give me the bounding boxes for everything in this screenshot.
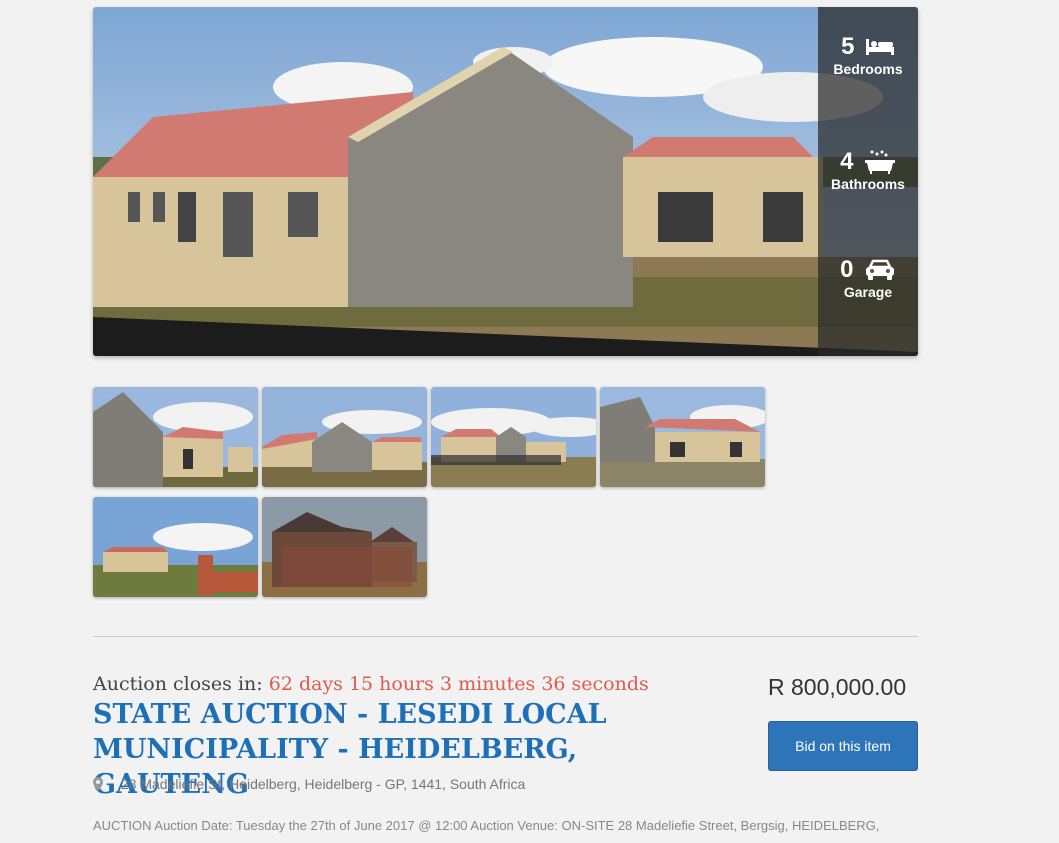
bathrooms-label: Bathrooms xyxy=(831,176,905,192)
bathtub-icon xyxy=(864,149,896,175)
listing-address: 28 Madeliefie St, Heidelberg, Heidelberg… xyxy=(93,776,525,794)
listing-description: AUCTION Auction Date: Tuesday the 27th o… xyxy=(93,818,880,833)
bathrooms-stat: 4 Bathrooms xyxy=(818,148,918,192)
bedrooms-label: Bedrooms xyxy=(833,61,903,77)
auction-countdown: 62 days 15 hours 3 minutes 36 seconds xyxy=(268,673,649,695)
garage-label: Garage xyxy=(843,284,893,300)
bed-icon xyxy=(865,37,895,57)
thumbnail-6[interactable] xyxy=(262,497,427,597)
house-photo-image xyxy=(93,7,918,356)
bedrooms-count: 5 xyxy=(841,33,855,60)
bedrooms-stat: 5 Bedrooms xyxy=(818,33,918,77)
thumbnail-2[interactable] xyxy=(262,387,427,487)
address-text: 28 Madeliefie St, Heidelberg, Heidelberg… xyxy=(120,776,526,792)
thumbnail-4[interactable] xyxy=(600,387,765,487)
thumbnail-1[interactable] xyxy=(93,387,258,487)
car-icon xyxy=(864,259,896,281)
property-stats-panel: 5 Bedrooms 4 Bathrooms 0 Garage xyxy=(818,7,918,356)
bid-button[interactable]: Bid on this item xyxy=(768,721,918,771)
bathrooms-count: 4 xyxy=(840,148,854,175)
thumbnail-5[interactable] xyxy=(93,497,258,597)
listing-price: R 800,000.00 xyxy=(768,674,907,700)
thumbnail-3[interactable] xyxy=(431,387,596,487)
garage-stat: 0 Garage xyxy=(818,256,918,300)
main-property-photo[interactable]: 5 Bedrooms 4 Bathrooms 0 Garage xyxy=(93,7,918,356)
auction-closes-label: Auction closes in: xyxy=(93,673,263,695)
garage-count: 0 xyxy=(840,256,854,283)
map-marker-icon xyxy=(93,776,105,794)
auction-closes: Auction closes in: 62 days 15 hours 3 mi… xyxy=(93,673,649,695)
section-divider xyxy=(93,636,918,637)
